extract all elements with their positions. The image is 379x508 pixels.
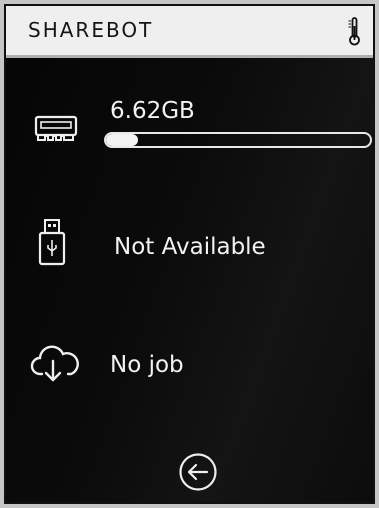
device-screen: SHAREBOT 6.62GB Not Available No job xyxy=(4,4,375,504)
storage-value: 6.62GB xyxy=(110,98,195,124)
storage-progress-fill xyxy=(106,134,138,146)
job-status: No job xyxy=(110,352,184,378)
app-title: SHAREBOT xyxy=(28,18,154,42)
thermometer-icon[interactable] xyxy=(345,16,363,46)
usb-status: Not Available xyxy=(114,234,266,260)
memory-card-icon xyxy=(34,115,78,141)
back-arrow-icon[interactable] xyxy=(178,452,218,492)
title-bar: SHAREBOT xyxy=(6,6,373,58)
usb-drive-icon xyxy=(38,219,66,266)
cloud-download-icon xyxy=(30,345,79,382)
storage-progress-bar xyxy=(104,132,372,148)
